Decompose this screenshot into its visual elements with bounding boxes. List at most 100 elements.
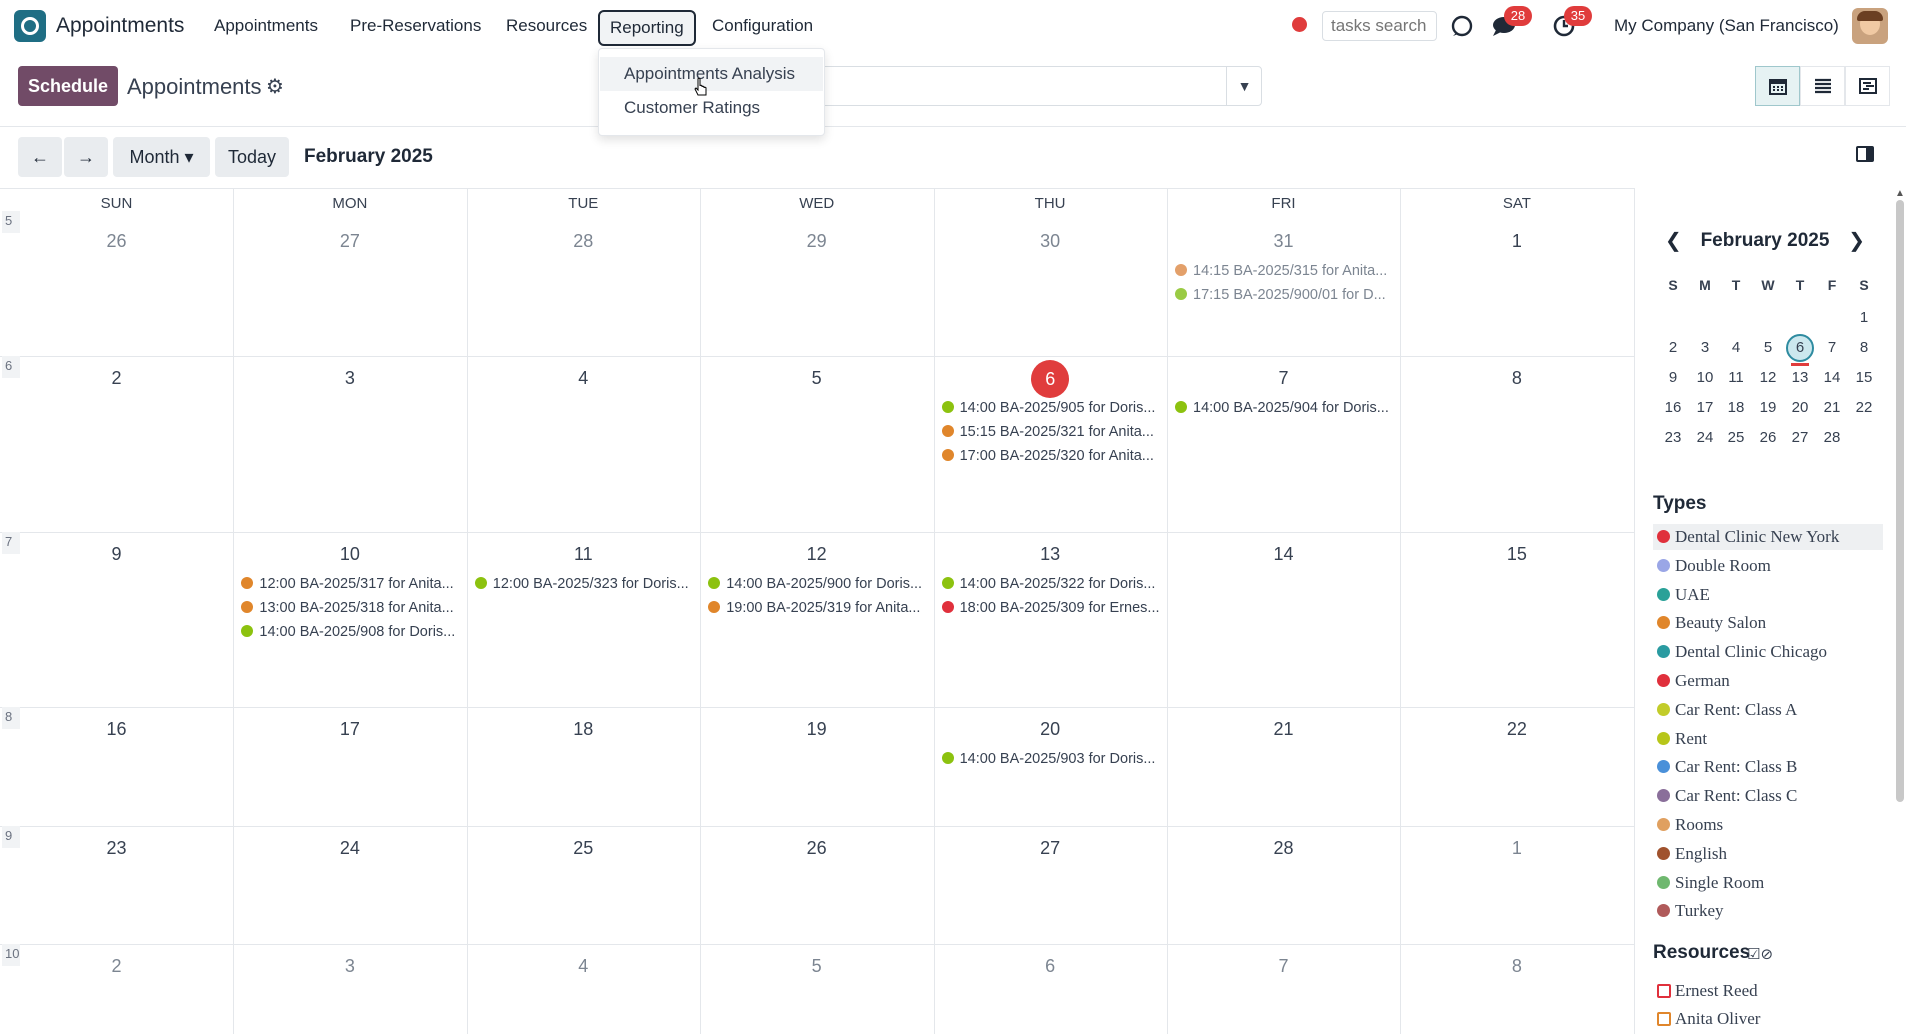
mini-day[interactable]: 9 xyxy=(1661,366,1685,390)
type-filter-item[interactable]: UAE xyxy=(1653,582,1883,608)
mini-day[interactable]: 14 xyxy=(1820,366,1844,390)
mini-day[interactable]: 26 xyxy=(1756,426,1780,450)
type-filter-item[interactable]: Car Rent: Class C xyxy=(1653,783,1883,809)
type-filter-item[interactable]: Car Rent: Class B xyxy=(1653,754,1883,780)
mini-day[interactable]: 12 xyxy=(1756,366,1780,390)
mini-day[interactable]: 5 xyxy=(1756,336,1780,360)
mini-next-chevron-icon[interactable]: ❯ xyxy=(1848,228,1865,253)
resource-checkbox[interactable] xyxy=(1657,984,1671,998)
day-number[interactable]: 2 xyxy=(0,956,233,977)
user-avatar[interactable] xyxy=(1852,8,1888,44)
calendar-event[interactable]: 14:15 BA-2025/315 for Anita... xyxy=(1175,263,1395,279)
resource-filter-item[interactable]: Ernest Reed xyxy=(1653,978,1758,1004)
day-number[interactable]: 30 xyxy=(934,231,1167,252)
calendar-event[interactable]: 14:00 BA-2025/322 for Doris... xyxy=(941,576,1162,592)
day-number[interactable]: 10 xyxy=(233,544,466,565)
type-filter-item[interactable]: Dental Clinic New York xyxy=(1653,524,1883,550)
calendar-event[interactable]: 12:00 BA-2025/323 for Doris... xyxy=(474,576,695,592)
day-number[interactable]: 13 xyxy=(934,544,1167,565)
calendar-event[interactable]: 14:00 BA-2025/903 for Doris... xyxy=(941,751,1162,767)
day-number[interactable]: 27 xyxy=(233,231,466,252)
day-number[interactable]: 28 xyxy=(467,231,700,252)
day-number[interactable]: 16 xyxy=(0,719,233,740)
day-number[interactable]: 8 xyxy=(1400,368,1633,389)
day-number[interactable]: 18 xyxy=(467,719,700,740)
calendar-event[interactable]: 18:00 BA-2025/309 for Ernes... xyxy=(941,600,1162,616)
day-number[interactable]: 2 xyxy=(0,368,233,389)
type-filter-item[interactable]: Beauty Salon xyxy=(1653,610,1883,636)
mini-day[interactable]: 4 xyxy=(1724,336,1748,360)
mini-day[interactable]: 2 xyxy=(1661,336,1685,360)
calendar-event[interactable]: 14:00 BA-2025/908 for Doris... xyxy=(241,624,461,640)
type-filter-item[interactable]: Dental Clinic Chicago xyxy=(1653,639,1883,665)
mini-day[interactable]: 7 xyxy=(1820,336,1844,360)
calendar-event[interactable]: 15:15 BA-2025/321 for Anita... xyxy=(941,424,1162,440)
day-number[interactable]: 12 xyxy=(700,544,933,565)
menu-appointments-analysis[interactable]: Appointments Analysis xyxy=(600,57,823,91)
type-filter-item[interactable]: German xyxy=(1653,668,1883,694)
day-number[interactable]: 1 xyxy=(1400,231,1633,252)
side-panel-toggle-icon[interactable] xyxy=(1856,146,1874,162)
today-button[interactable]: Today xyxy=(215,137,289,177)
gear-icon[interactable]: ⚙ xyxy=(266,74,284,99)
app-name[interactable]: Appointments xyxy=(56,14,184,38)
day-number[interactable]: 25 xyxy=(467,838,700,859)
day-number[interactable]: 15 xyxy=(1400,544,1633,565)
day-number[interactable]: 29 xyxy=(700,231,933,252)
recording-indicator-icon[interactable] xyxy=(1292,17,1307,32)
calendar-event[interactable]: 14:00 BA-2025/905 for Doris... xyxy=(941,400,1162,416)
chat-bubble-icon[interactable] xyxy=(1448,12,1476,40)
resource-filter-item[interactable]: Anita Oliver xyxy=(1653,1006,1760,1032)
mini-day[interactable]: 22 xyxy=(1852,396,1876,420)
mini-day[interactable]: 10 xyxy=(1693,366,1717,390)
day-number[interactable]: 23 xyxy=(0,838,233,859)
day-number[interactable]: 19 xyxy=(700,719,933,740)
day-number[interactable]: 6 xyxy=(934,956,1167,977)
calendar-event[interactable]: 17:00 BA-2025/320 for Anita... xyxy=(941,448,1162,464)
day-number[interactable]: 4 xyxy=(467,956,700,977)
day-number[interactable]: 3 xyxy=(233,956,466,977)
type-filter-item[interactable]: Rooms xyxy=(1653,812,1883,838)
mini-day[interactable]: 16 xyxy=(1661,396,1685,420)
calendar-event[interactable]: 12:00 BA-2025/317 for Anita... xyxy=(241,576,461,592)
day-number[interactable]: 7 xyxy=(1167,956,1400,977)
mini-day[interactable]: 1 xyxy=(1852,306,1876,330)
menu-customer-ratings[interactable]: Customer Ratings xyxy=(600,91,823,125)
mini-day[interactable]: 13 xyxy=(1788,366,1812,390)
day-number[interactable]: 7 xyxy=(1167,368,1400,389)
type-filter-item[interactable]: Car Rent: Class A xyxy=(1653,697,1883,723)
day-number[interactable]: 9 xyxy=(0,544,233,565)
mini-day[interactable]: 25 xyxy=(1724,426,1748,450)
menu-reporting[interactable]: Reporting xyxy=(598,10,696,46)
mini-day[interactable]: 27 xyxy=(1788,426,1812,450)
company-switcher[interactable]: My Company (San Francisco) xyxy=(1614,16,1839,36)
resource-checkbox[interactable] xyxy=(1657,1012,1671,1026)
mini-day[interactable]: 19 xyxy=(1756,396,1780,420)
gantt-view-icon[interactable] xyxy=(1845,66,1890,106)
day-number[interactable]: 8 xyxy=(1400,956,1633,977)
select-all-resources-icon[interactable]: ☑⊘ xyxy=(1747,945,1773,963)
day-number[interactable]: 27 xyxy=(934,838,1167,859)
mini-day[interactable]: 21 xyxy=(1820,396,1844,420)
mini-day-today[interactable]: 6 xyxy=(1786,334,1814,362)
day-number[interactable]: 4 xyxy=(467,368,700,389)
mini-day[interactable]: 23 xyxy=(1661,426,1685,450)
app-logo-icon[interactable] xyxy=(14,10,46,42)
mini-day[interactable]: 11 xyxy=(1724,366,1748,390)
today-day-number[interactable]: 6 xyxy=(1031,360,1070,398)
calendar-event[interactable]: 14:00 BA-2025/904 for Doris... xyxy=(1175,400,1395,416)
calendar-event[interactable]: 14:00 BA-2025/900 for Doris... xyxy=(708,576,928,592)
next-period-button[interactable]: → xyxy=(64,137,108,177)
day-number[interactable]: 5 xyxy=(700,368,933,389)
calendar-view-icon[interactable] xyxy=(1755,66,1800,106)
day-number[interactable]: 3 xyxy=(233,368,466,389)
day-number[interactable]: 5 xyxy=(700,956,933,977)
calendar-event[interactable]: 19:00 BA-2025/319 for Anita... xyxy=(708,600,928,616)
search-input[interactable] xyxy=(820,66,1262,106)
type-filter-item[interactable]: English xyxy=(1653,841,1883,867)
mini-day[interactable]: 18 xyxy=(1724,396,1748,420)
tasks-search-input[interactable] xyxy=(1322,11,1437,41)
previous-period-button[interactable]: ← xyxy=(18,137,62,177)
day-number[interactable]: 22 xyxy=(1400,719,1633,740)
mini-day[interactable]: 8 xyxy=(1852,336,1876,360)
